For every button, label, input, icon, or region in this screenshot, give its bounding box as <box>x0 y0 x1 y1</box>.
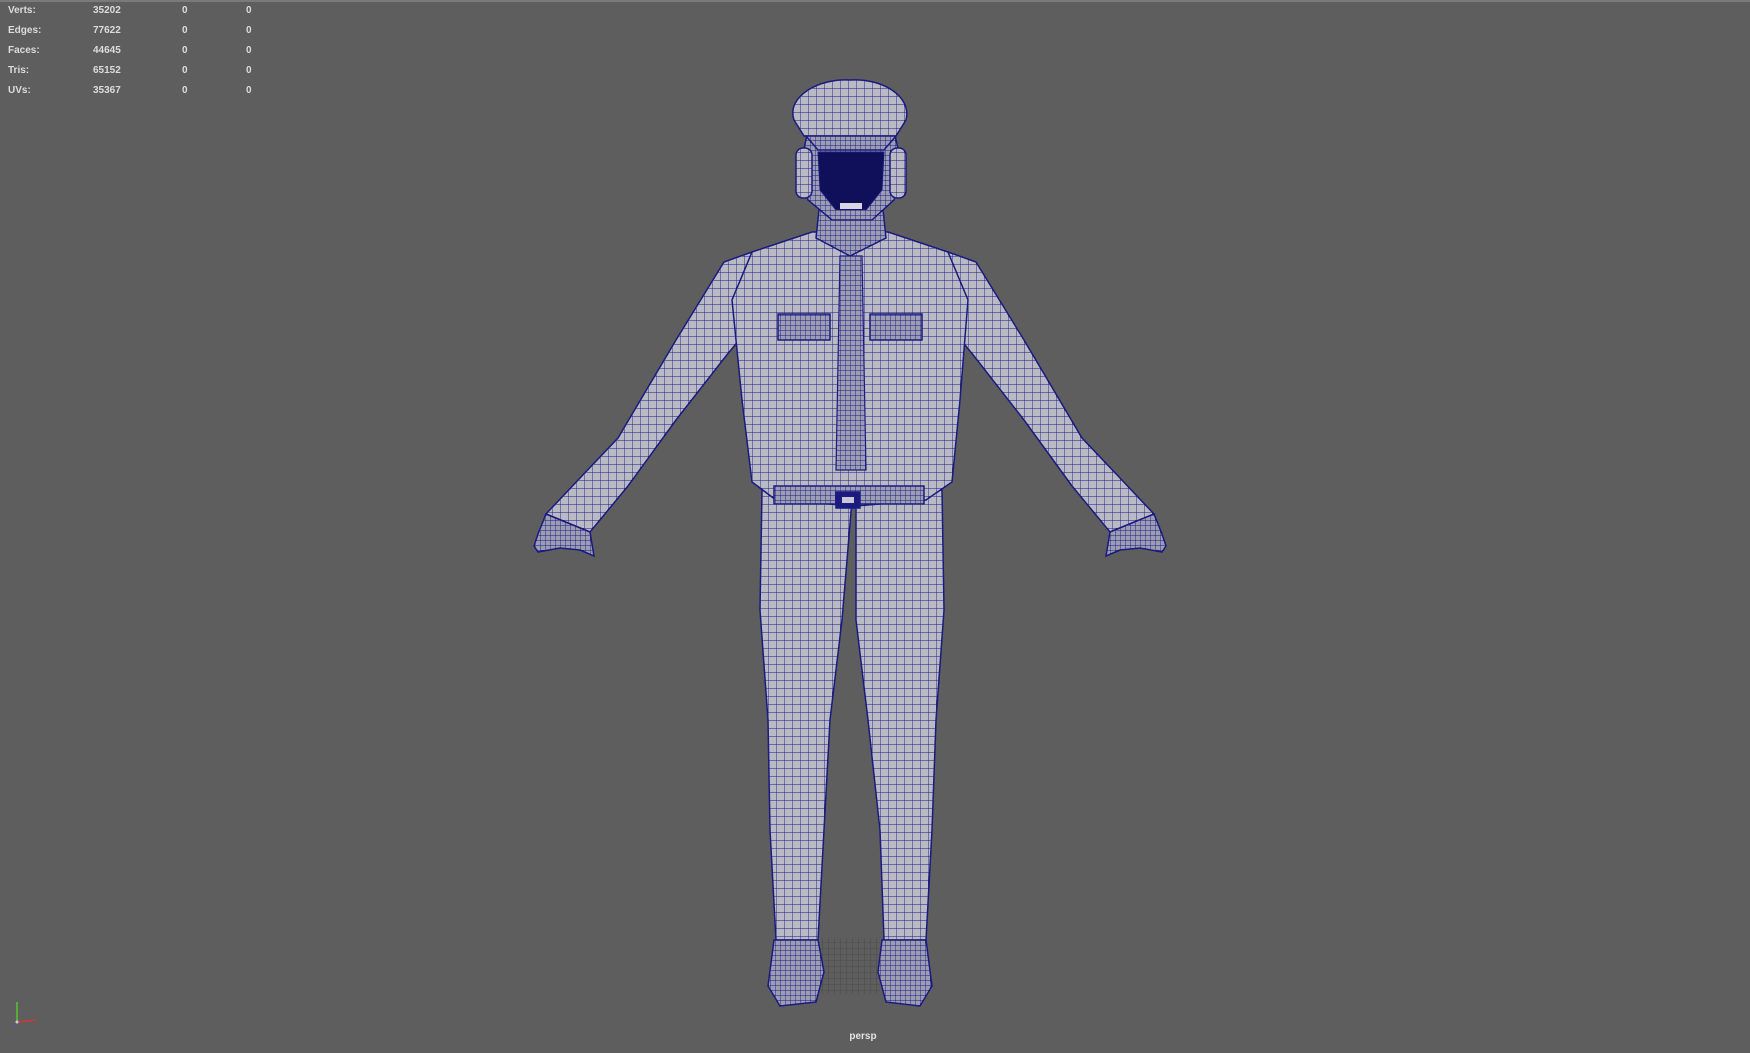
left-leg <box>759 489 853 941</box>
cap-visor <box>804 135 898 151</box>
camera-name-label: persp <box>849 1031 877 1042</box>
hud-label: Faces: <box>8 45 40 56</box>
hud-label: UVs: <box>8 85 31 96</box>
hud-value: 0 <box>182 25 188 36</box>
hud-label: Tris: <box>8 65 30 76</box>
hud-value: 0 <box>246 85 252 96</box>
hud-label: Edges: <box>8 25 42 36</box>
hud-row-tris: Tris: 65152 0 0 <box>8 64 278 84</box>
left-ear-cup <box>795 147 813 199</box>
hud-value: 65152 <box>93 65 121 76</box>
axis-gizmo-icon <box>14 1002 37 1027</box>
hud-value: 0 <box>182 45 188 56</box>
hud-value: 0 <box>182 85 188 96</box>
poly-count-hud: Verts: 35202 0 0 Edges: 77622 0 0 Faces:… <box>8 4 278 104</box>
hud-value: 0 <box>246 65 252 76</box>
hud-value: 44645 <box>93 45 121 56</box>
hud-value: 35202 <box>93 5 121 16</box>
hud-value: 0 <box>182 65 188 76</box>
belt-buckle-inner <box>842 497 854 503</box>
teeth <box>840 203 862 209</box>
hud-value: 0 <box>246 25 252 36</box>
hud-value: 0 <box>246 45 252 56</box>
x-axis-line <box>16 1019 37 1023</box>
hud-row-edges: Edges: 77622 0 0 <box>8 24 278 44</box>
right-shoe <box>877 939 933 1007</box>
cap <box>792 79 908 137</box>
tie <box>835 255 867 471</box>
hud-value: 0 <box>246 5 252 16</box>
left-chest-pocket <box>777 313 831 341</box>
right-ear-cup <box>889 147 907 199</box>
hud-row-verts: Verts: 35202 0 0 <box>8 4 278 24</box>
hud-value: 77622 <box>93 25 121 36</box>
left-shoe <box>767 939 825 1007</box>
right-leg <box>855 489 945 941</box>
hud-value: 0 <box>182 5 188 16</box>
hud-value: 35367 <box>93 85 121 96</box>
right-chest-pocket <box>869 313 923 341</box>
hud-row-faces: Faces: 44645 0 0 <box>8 44 278 64</box>
hud-row-uvs: UVs: 35367 0 0 <box>8 84 278 104</box>
3d-viewport[interactable] <box>0 0 1750 1048</box>
floor-grid <box>820 938 880 994</box>
wireframe-character-model[interactable] <box>0 0 1750 1048</box>
hud-label: Verts: <box>8 5 36 16</box>
